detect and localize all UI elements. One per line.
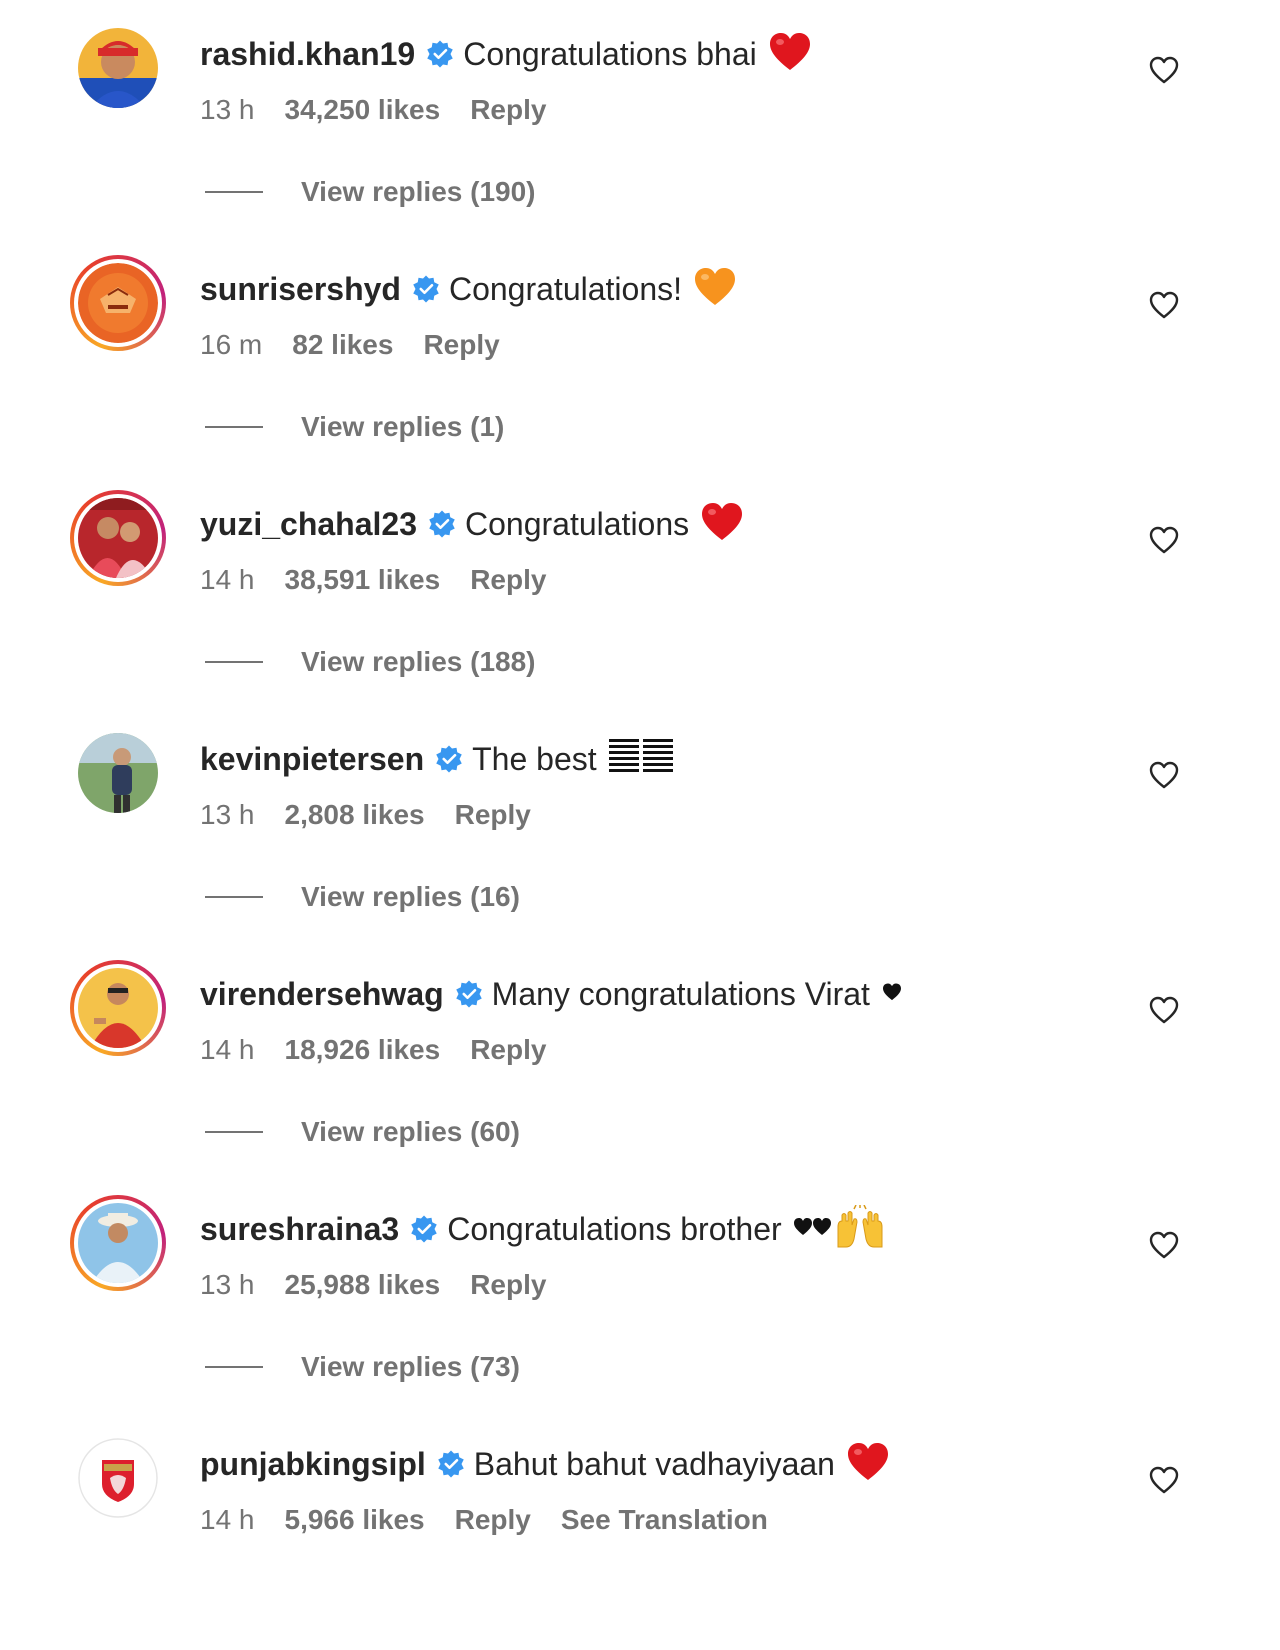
comment-time: 13 h (200, 1269, 255, 1300)
comment-time: 13 h (200, 799, 255, 830)
comment-likes[interactable]: 34,250 likes (285, 94, 441, 126)
reply-button[interactable]: Reply (423, 329, 499, 361)
comment-text: Congratulations bhai (463, 35, 757, 72)
verified-badge-icon (429, 510, 455, 538)
view-replies-button[interactable]: View replies (60) (205, 1116, 520, 1148)
divider-line (205, 1366, 263, 1368)
comment-item: punjabkingsipl Bahut bahut vadhayiyaan 1… (0, 1410, 1280, 1650)
comment-text: Congratulations (465, 505, 690, 542)
two-black-hearts-raised-hands-icon (793, 1203, 884, 1254)
comment-time: 14 h (200, 564, 255, 595)
comment-text: Many congratulations Virat (491, 975, 870, 1012)
verified-badge-icon (411, 1215, 437, 1243)
comment-time: 13 h (200, 94, 255, 125)
view-replies-label: View replies (190) (301, 176, 536, 207)
comment-username[interactable]: virendersehwag (200, 976, 444, 1013)
punjab-kings-logo-avatar (78, 1438, 158, 1518)
small-black-heart-icon (882, 982, 902, 1006)
comment-username[interactable]: punjabkingsipl (200, 1446, 426, 1483)
reply-button[interactable]: Reply (470, 94, 546, 126)
comment-username[interactable]: rashid.khan19 (200, 36, 415, 73)
reply-button[interactable]: Reply (455, 799, 531, 831)
verified-badge-icon (438, 1450, 464, 1478)
divider-line (205, 661, 263, 663)
comment-item: sunrisershyd Congratulations! 16 m 82 li… (0, 235, 1280, 475)
avatar[interactable] (70, 960, 166, 1056)
orange-heart-icon (694, 267, 736, 312)
divider-line (205, 1131, 263, 1133)
comment-time: 14 h (200, 1034, 255, 1065)
comment-item: rashid.khan19 Congratulations bhai 13 h … (0, 0, 1280, 240)
comment-item: yuzi_chahal23 Congratulations 14 h 38,59… (0, 470, 1280, 710)
sunrisers-logo-avatar (78, 263, 158, 343)
verified-badge-icon (436, 745, 462, 773)
divider-line (205, 896, 263, 898)
avatar[interactable] (70, 20, 166, 116)
suresh-avatar (78, 1203, 158, 1283)
kevin-avatar (78, 733, 158, 813)
comment-text: Congratulations! (448, 270, 682, 307)
like-heart-icon[interactable] (1148, 289, 1180, 321)
virender-avatar (78, 968, 158, 1048)
reply-button[interactable]: Reply (455, 1504, 531, 1536)
view-replies-label: View replies (73) (301, 1351, 520, 1382)
comment-username[interactable]: sureshraina3 (200, 1211, 399, 1248)
like-heart-icon[interactable] (1148, 1464, 1180, 1496)
like-heart-icon[interactable] (1148, 524, 1180, 556)
comment-text: The best (472, 740, 597, 777)
like-heart-icon[interactable] (1148, 759, 1180, 791)
comment-likes[interactable]: 18,926 likes (285, 1034, 441, 1066)
comment-time: 16 m (200, 329, 263, 360)
view-replies-button[interactable]: View replies (190) (205, 176, 536, 208)
reply-button[interactable]: Reply (470, 1034, 546, 1066)
red-heart-icon (847, 1442, 889, 1487)
comment-time: 14 h (200, 1504, 255, 1535)
avatar[interactable] (70, 255, 166, 351)
like-heart-icon[interactable] (1148, 994, 1180, 1026)
view-replies-label: View replies (16) (301, 881, 520, 912)
see-translation-button[interactable]: See Translation (561, 1504, 768, 1536)
yuzi-avatar (78, 498, 158, 578)
verified-badge-icon (427, 40, 453, 68)
view-replies-label: View replies (60) (301, 1116, 520, 1147)
comment-likes[interactable]: 2,808 likes (285, 799, 425, 831)
view-replies-button[interactable]: View replies (16) (205, 881, 520, 913)
view-replies-button[interactable]: View replies (1) (205, 411, 504, 443)
comment-item: kevinpietersen The best 13 h 2,808 likes… (0, 705, 1280, 945)
like-heart-icon[interactable] (1148, 1229, 1180, 1261)
verified-badge-icon (413, 275, 439, 303)
view-replies-button[interactable]: View replies (188) (205, 646, 536, 678)
comment-username[interactable]: yuzi_chahal23 (200, 506, 417, 543)
comment-likes[interactable]: 38,591 likes (285, 564, 441, 596)
comment-likes[interactable]: 25,988 likes (285, 1269, 441, 1301)
avatar[interactable] (70, 490, 166, 586)
comment-likes[interactable]: 82 likes (292, 329, 393, 361)
comment-item: sureshraina3 Congratulations brother 13 … (0, 1175, 1280, 1415)
view-replies-label: View replies (188) (301, 646, 536, 677)
avatar[interactable] (70, 1195, 166, 1291)
reply-button[interactable]: Reply (470, 564, 546, 596)
comment-text: Bahut bahut vadhayiyaan (473, 1445, 835, 1482)
divider-line (205, 191, 263, 193)
comment-likes[interactable]: 5,966 likes (285, 1504, 425, 1536)
comment-username[interactable]: sunrisershyd (200, 271, 401, 308)
red-heart-icon (701, 502, 743, 547)
comment-item: virendersehwag Many congratulations Vira… (0, 940, 1280, 1180)
like-heart-icon[interactable] (1148, 54, 1180, 86)
comment-text: Congratulations brother (447, 1210, 782, 1247)
red-heart-icon (769, 32, 811, 77)
reply-button[interactable]: Reply (470, 1269, 546, 1301)
rashid-avatar (78, 28, 158, 108)
view-replies-button[interactable]: View replies (73) (205, 1351, 520, 1383)
avatar[interactable] (70, 725, 166, 821)
flag-stripes-icon (608, 737, 675, 782)
view-replies-label: View replies (1) (301, 411, 505, 442)
verified-badge-icon (455, 980, 482, 1008)
comment-username[interactable]: kevinpietersen (200, 741, 424, 778)
avatar[interactable] (70, 1430, 166, 1526)
divider-line (205, 426, 263, 428)
